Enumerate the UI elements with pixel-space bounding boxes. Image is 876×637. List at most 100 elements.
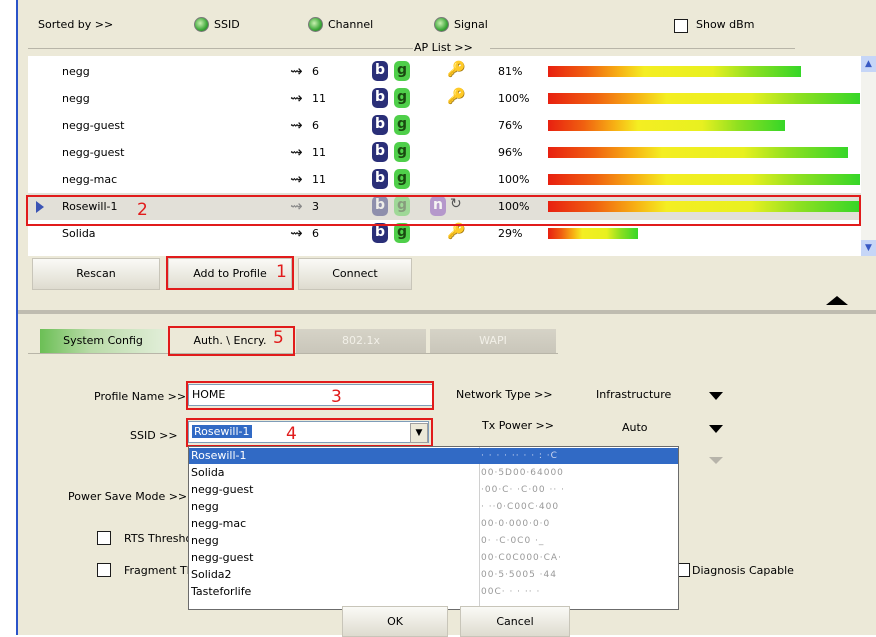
ssid-option-mac: · · · · ·· · · : ·C: [481, 451, 558, 461]
mode-g-icon: g: [394, 223, 410, 243]
ap-ssid: negg: [62, 65, 90, 78]
scroll-down-icon[interactable]: ▼: [861, 240, 876, 256]
tx-power-value[interactable]: Auto: [622, 421, 648, 434]
connect-button[interactable]: Connect: [298, 258, 412, 290]
signal-bar: [548, 93, 860, 104]
tab-802-1x-label: 802.1x: [341, 334, 380, 347]
ap-channel: 11: [312, 173, 326, 186]
ap-signal: 29%: [498, 227, 523, 240]
signal-bar: [548, 228, 638, 239]
show-dbm-checkbox[interactable]: [674, 19, 688, 33]
annotation-number-4: 4: [286, 424, 297, 444]
ssid-option-name: Solida2: [191, 568, 232, 581]
annotation-box-add-to-profile: [166, 256, 294, 290]
ssid-dropdown-list: Rosewill-1 · · · · ·· · · : ·C Solida 00·5D…: [188, 446, 679, 610]
ap-ssid: negg-mac: [62, 173, 118, 186]
rescan-button[interactable]: Rescan: [32, 258, 160, 290]
diagnosis-capable-label: Diagnosis Capable: [692, 564, 794, 577]
annotation-box-profile-name: [186, 381, 434, 410]
fragment-threshold-checkbox[interactable]: [97, 563, 111, 577]
ap-channel: 6: [312, 227, 319, 240]
channel-icon: ⇝: [290, 143, 303, 161]
tab-wapi[interactable]: WAPI: [430, 329, 556, 353]
tab-802-1x[interactable]: 802.1x: [296, 329, 426, 353]
sort-signal-label: Signal: [454, 18, 488, 31]
show-dbm-label: Show dBm: [696, 18, 755, 31]
ap-list-rule-right: [490, 48, 795, 49]
ap-row[interactable]: negg-mac ⇝ 11 b g 100%: [28, 166, 861, 193]
ssid-option-mac: 00C· · · ·· ·: [481, 587, 541, 597]
ok-button[interactable]: OK: [342, 606, 448, 637]
ssid-dropdown-option[interactable]: negg-mac 00·0·000·0·0: [189, 516, 678, 532]
annotation-box-ssid: [186, 418, 433, 447]
network-type-dropdown-icon[interactable]: [709, 392, 723, 400]
ap-signal: 96%: [498, 146, 523, 159]
channel-icon: ⇝: [290, 116, 303, 134]
annotation-number-2: 2: [137, 200, 148, 220]
sort-signal-radio[interactable]: [434, 17, 449, 32]
collapse-panel-icon[interactable]: [826, 296, 848, 305]
ap-row[interactable]: negg ⇝ 11 b g 🔑 100%: [28, 85, 861, 112]
sort-ssid-label: SSID: [214, 18, 240, 31]
ssid-option-name: negg-guest: [191, 551, 254, 564]
ssid-option-name: negg-mac: [191, 517, 247, 530]
rts-threshold-checkbox[interactable]: [97, 531, 111, 545]
annotation-number-1: 1: [276, 262, 287, 282]
ssid-option-mac: · ··0·C00C·400: [481, 502, 560, 512]
ap-channel: 6: [312, 119, 319, 132]
ssid-option-mac: 00·5D00·64000: [481, 468, 564, 478]
ssid-option-name: negg: [191, 500, 219, 513]
tx-power-label: Tx Power >>: [482, 419, 554, 432]
ap-signal: 81%: [498, 65, 523, 78]
ap-row[interactable]: negg-guest ⇝ 6 b g 76%: [28, 112, 861, 139]
ssid-dropdown-option[interactable]: negg-guest 00·C0C000·CA·: [189, 550, 678, 566]
scroll-up-icon[interactable]: ▲: [861, 56, 876, 72]
ap-list-scrollbar[interactable]: ▲ ▼: [861, 56, 876, 256]
ap-list-rule-left: [28, 48, 413, 49]
signal-bar: [548, 120, 785, 131]
profile-name-label: Profile Name >>: [94, 390, 187, 403]
mode-b-icon: b: [372, 61, 388, 81]
ap-ssid: Solida: [62, 227, 96, 240]
ssid-option-name: negg: [191, 534, 219, 547]
signal-bar: [548, 147, 848, 158]
ap-signal: 100%: [498, 173, 530, 186]
ap-row[interactable]: negg-guest ⇝ 11 b g 96%: [28, 139, 861, 166]
channel-icon: ⇝: [290, 170, 303, 188]
channel-icon: ⇝: [290, 62, 303, 80]
sort-channel-radio[interactable]: [308, 17, 323, 32]
ssid-dropdown-option[interactable]: Tasteforlife 00C· · · ·· ·: [189, 584, 678, 600]
ssid-option-mac: 00·C0C000·CA·: [481, 553, 562, 563]
annotation-box-selected-row: [26, 195, 861, 226]
annotation-number-5: 5: [273, 328, 284, 348]
cancel-button[interactable]: Cancel: [460, 606, 570, 637]
ssid-dropdown-option[interactable]: negg-guest ·00·C· ·C·00 ·· ·: [189, 482, 678, 498]
ssid-dropdown-option[interactable]: Rosewill-1 · · · · ·· · · : ·C: [189, 448, 678, 464]
mode-b-icon: b: [372, 169, 388, 189]
mode-b-icon: b: [372, 115, 388, 135]
sort-ssid-radio[interactable]: [194, 17, 209, 32]
ssid-option-name: negg-guest: [191, 483, 254, 496]
signal-bar: [548, 66, 801, 77]
ssid-dropdown-option[interactable]: Solida 00·5D00·64000: [189, 465, 678, 481]
tab-wapi-label: WAPI: [479, 334, 507, 347]
key-lock-icon: 🔑: [447, 87, 466, 105]
ssid-dropdown-option[interactable]: negg 0· ·C·0C0 ·_: [189, 533, 678, 549]
ssid-dropdown-option[interactable]: Solida2 00·5·5005 ·44: [189, 567, 678, 583]
mode-b-icon: b: [372, 88, 388, 108]
mode-g-icon: g: [394, 169, 410, 189]
tx-power-dropdown-icon[interactable]: [709, 425, 723, 433]
fragment-threshold-label: Fragment Th: [124, 564, 194, 577]
ap-ssid: negg-guest: [62, 146, 125, 159]
ap-signal: 100%: [498, 92, 530, 105]
key-lock-icon: 🔑: [447, 60, 466, 78]
ap-channel: 11: [312, 92, 326, 105]
tab-system-config[interactable]: System Config: [40, 329, 166, 353]
channel-icon: ⇝: [290, 224, 303, 242]
ap-list: negg ⇝ 6 b g 🔑 81% negg ⇝ 11 b g 🔑 100% negg-guest ⇝ 6 b g…: [28, 56, 861, 256]
ssid-dropdown-option[interactable]: negg · ··0·C00C·400: [189, 499, 678, 515]
mode-g-icon: g: [394, 88, 410, 108]
ap-row[interactable]: negg ⇝ 6 b g 🔑 81%: [28, 58, 861, 85]
mode-g-icon: g: [394, 142, 410, 162]
network-type-value[interactable]: Infrastructure: [596, 388, 671, 401]
